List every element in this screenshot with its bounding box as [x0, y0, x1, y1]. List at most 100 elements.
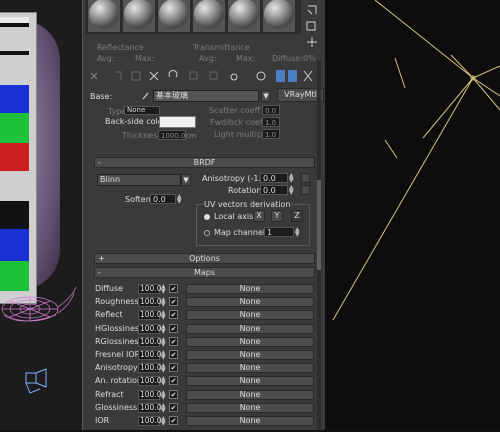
- map-amount-field[interactable]: 100.0: [138, 363, 161, 374]
- axis-z-button[interactable]: Z: [291, 210, 303, 222]
- map-amount-field[interactable]: 100.0: [138, 402, 161, 413]
- soften-spinner[interactable]: ▲ ▼: [177, 194, 183, 205]
- map-slot-label: Glossiness: [95, 402, 138, 412]
- axis-x-button[interactable]: X: [253, 210, 265, 222]
- local-axis-radio[interactable]: [204, 214, 210, 220]
- map-amount-field[interactable]: 100.0: [138, 284, 161, 294]
- map-slot-button[interactable]: None: [186, 389, 314, 400]
- brdf-type-value: Blinn: [100, 175, 121, 184]
- map-slot-button[interactable]: None: [186, 323, 314, 334]
- thickness-field[interactable]: 1000.0cm: [158, 130, 196, 140]
- map-amount-field[interactable]: 100.0: [138, 350, 161, 360]
- panel-scrollbar-thumb[interactable]: [317, 180, 321, 270]
- brdf-type-select[interactable]: Blinn: [97, 174, 181, 186]
- map-amount-field[interactable]: 100.0: [138, 310, 161, 321]
- transmittance-label: Transmittance: [193, 43, 250, 52]
- map-amount-spinner[interactable]: ▲ ▼: [161, 402, 166, 413]
- map-amount-field[interactable]: 100.0: [138, 389, 161, 400]
- diffuse-label: Diffuse:: [272, 54, 303, 63]
- map-amount-spinner[interactable]: ▲ ▼: [161, 389, 166, 400]
- map-slot-button[interactable]: None: [186, 284, 314, 294]
- soften-field[interactable]: 0.0: [150, 194, 176, 204]
- map-enable-checkbox[interactable]: ✔: [169, 350, 178, 359]
- anisotropy-map-button[interactable]: [301, 173, 310, 183]
- map-enable-checkbox[interactable]: ✔: [169, 416, 178, 425]
- map-enable-checkbox[interactable]: ✔: [169, 323, 178, 333]
- map-enable-checkbox[interactable]: ✔: [169, 363, 178, 373]
- map-amount-spinner[interactable]: ▲ ▼: [161, 323, 166, 334]
- map-channel-field[interactable]: 1: [264, 227, 294, 237]
- light-gizmo-icon[interactable]: [20, 365, 50, 395]
- map-amount-field[interactable]: 100.0: [138, 416, 161, 426]
- map-slot-label: An. rotation: [95, 376, 142, 386]
- base-label: Base:: [90, 92, 113, 101]
- left-viewport[interactable]: [0, 0, 82, 430]
- map-slot-button[interactable]: None: [186, 402, 314, 413]
- anisotropy-spinner[interactable]: ▲ ▼: [289, 173, 295, 184]
- map-amount-spinner[interactable]: ▲ ▼: [161, 297, 166, 308]
- map-amount-spinner[interactable]: ▲ ▼: [161, 284, 166, 295]
- map-enable-checkbox[interactable]: ✔: [169, 310, 178, 320]
- go-sibling-icon: [303, 70, 313, 82]
- map-amount-spinner[interactable]: ▲ ▼: [161, 310, 166, 321]
- reflectance-label: Reflectance: [97, 43, 144, 52]
- grid-icon: [307, 37, 317, 47]
- backside-color-swatch[interactable]: [159, 116, 196, 128]
- axis-y-button[interactable]: Y: [271, 210, 283, 222]
- map-slot-button[interactable]: None: [186, 416, 314, 426]
- options-title: Options: [189, 254, 220, 263]
- pct-label: 0%: [303, 54, 316, 63]
- map-amount-field[interactable]: 100.0: [138, 323, 161, 334]
- rotation-field[interactable]: 0.0: [260, 185, 288, 195]
- rotation-spinner[interactable]: ▲ ▼: [289, 185, 295, 196]
- map-enable-checkbox[interactable]: ✔: [169, 284, 178, 293]
- map-slot-button[interactable]: None: [186, 363, 314, 374]
- color-swatch-window[interactable]: [0, 12, 37, 304]
- local-axis-label: Local axis: [214, 212, 254, 221]
- right-viewport[interactable]: [325, 0, 500, 430]
- map-amount-spinner[interactable]: ▲ ▼: [161, 350, 166, 361]
- map-channel-spinner[interactable]: ▲ ▼: [295, 227, 301, 238]
- map-enable-checkbox[interactable]: ✔: [169, 389, 178, 399]
- maps-row: Anisotropy 100.0 ▲ ▼ ✔ None: [94, 362, 315, 375]
- map-channel-label: Map channel: [214, 228, 266, 237]
- options-rollout-header[interactable]: + Options: [94, 253, 315, 264]
- map-amount-spinner[interactable]: ▲ ▼: [161, 416, 166, 427]
- scatter-field[interactable]: 0.0: [262, 105, 280, 115]
- map-amount-field[interactable]: 100.0: [138, 336, 161, 347]
- map-amount-field[interactable]: 100.0: [138, 376, 161, 387]
- fog-type-select[interactable]: None: [124, 106, 160, 115]
- material-name-field[interactable]: 基本玻璃: [153, 90, 259, 102]
- map-enable-checkbox[interactable]: ✔: [169, 376, 178, 386]
- rotation-map-button[interactable]: [301, 185, 310, 195]
- map-amount-spinner[interactable]: ▲ ▼: [161, 336, 166, 347]
- map-slot-button[interactable]: None: [186, 297, 314, 308]
- brdf-type-dropdown-button[interactable]: ▼: [181, 174, 191, 186]
- eyedropper-icon[interactable]: [142, 91, 150, 100]
- map-amount-spinner[interactable]: ▲ ▼: [161, 376, 166, 387]
- maps-row: Glossiness 100.0 ▲ ▼ ✔ None: [94, 402, 315, 415]
- map-channel-radio[interactable]: [204, 230, 210, 236]
- pick-icon: [307, 5, 317, 15]
- anisotropy-field[interactable]: 0.0: [260, 173, 288, 183]
- panel-scrollbar[interactable]: [317, 60, 321, 430]
- map-amount-field[interactable]: 100.0: [138, 297, 161, 308]
- maps-rollout-header[interactable]: - Maps: [94, 267, 315, 278]
- assign-icon: [131, 71, 141, 81]
- map-enable-checkbox[interactable]: ✔: [169, 297, 178, 307]
- brdf-rollout-header[interactable]: - BRDF: [94, 157, 315, 168]
- map-slot-button[interactable]: None: [186, 350, 314, 360]
- map-slot-button[interactable]: None: [186, 310, 314, 321]
- fwdbck-field[interactable]: 1.0: [262, 117, 280, 127]
- maps-row: IOR 100.0 ▲ ▼ ✔ None: [94, 415, 315, 428]
- map-enable-checkbox[interactable]: ✔: [169, 402, 178, 412]
- light-mult-field[interactable]: 1.0: [262, 129, 280, 139]
- scatter-label: Scatter coeff: [209, 106, 261, 115]
- map-slot-button[interactable]: None: [186, 336, 314, 347]
- map-amount-spinner[interactable]: ▲ ▼: [161, 363, 166, 374]
- map-enable-checkbox[interactable]: ✔: [169, 336, 178, 346]
- material-name-dropdown-button[interactable]: ▼: [261, 90, 271, 102]
- avg2-label: Avg:: [199, 54, 217, 63]
- map-slot-label: Diffuse: [95, 284, 124, 293]
- map-slot-button[interactable]: None: [186, 376, 314, 387]
